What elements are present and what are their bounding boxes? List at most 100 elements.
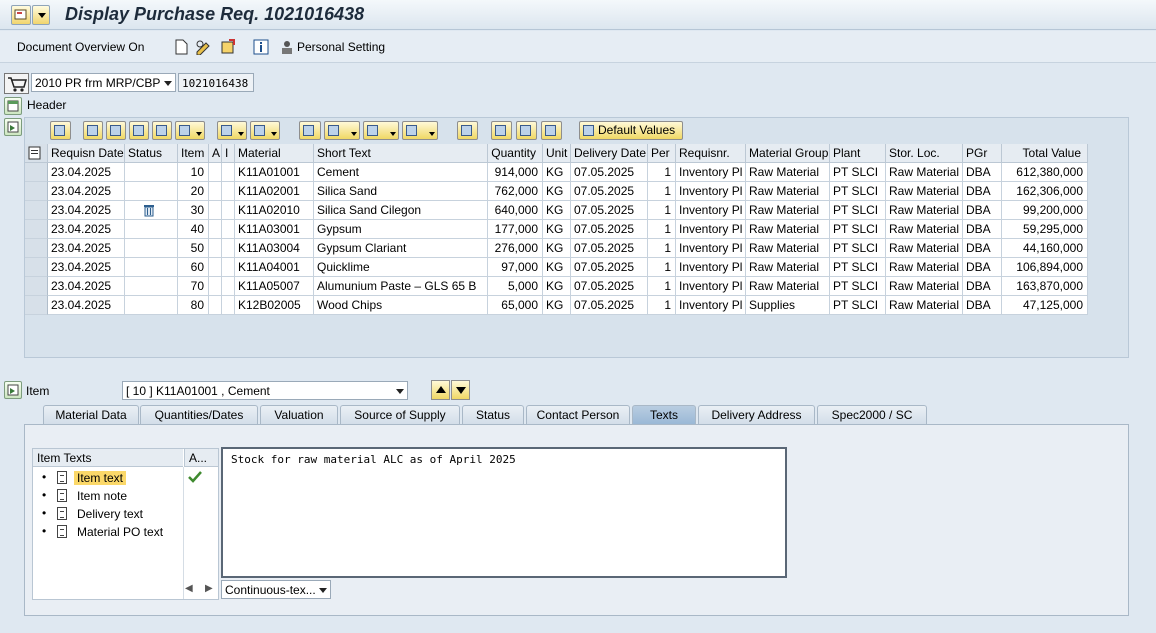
item-cell[interactable]: 40: [178, 220, 209, 239]
print-icon[interactable]: [299, 121, 321, 140]
stor-loc-cell[interactable]: Raw Material: [886, 201, 963, 220]
col-i-cell[interactable]: [222, 220, 235, 239]
column-header-per[interactable]: Per: [648, 144, 676, 163]
item-text-editor[interactable]: Stock for raw material ALC as of April 2…: [221, 447, 787, 578]
total-value-cell[interactable]: 163,870,000: [1002, 277, 1088, 296]
status-cell[interactable]: [125, 182, 178, 201]
stor-loc-cell[interactable]: Raw Material: [886, 163, 963, 182]
pgr-cell[interactable]: DBA: [963, 163, 1002, 182]
pgr-cell[interactable]: DBA: [963, 277, 1002, 296]
column-header-short-text[interactable]: Short Text: [314, 144, 488, 163]
col-a-cell[interactable]: [209, 296, 222, 315]
row-select-button[interactable]: [25, 258, 48, 277]
delivery-date-cell[interactable]: 07.05.2025: [571, 296, 648, 315]
item-cell[interactable]: 20: [178, 182, 209, 201]
material-cell[interactable]: K11A03004: [235, 239, 314, 258]
per-cell[interactable]: 1: [648, 182, 676, 201]
plant-cell[interactable]: PT SLCI: [830, 220, 886, 239]
status-cell[interactable]: [125, 201, 178, 220]
requisnr-cell[interactable]: Inventory Pl: [676, 163, 746, 182]
text-type-item[interactable]: • Delivery text: [33, 505, 183, 523]
text-format-select[interactable]: Continuous-tex...: [221, 580, 331, 599]
column-header-col-a[interactable]: A: [209, 144, 222, 163]
requisnr-cell[interactable]: Inventory Pl: [676, 296, 746, 315]
unit-cell[interactable]: KG: [543, 258, 571, 277]
material-group-cell[interactable]: Raw Material: [746, 201, 830, 220]
item-cell[interactable]: 30: [178, 201, 209, 220]
delivery-date-cell[interactable]: 07.05.2025: [571, 201, 648, 220]
col-i-cell[interactable]: [222, 277, 235, 296]
text-type-item[interactable]: • Item text: [33, 469, 183, 487]
column-header-col-i[interactable]: I: [222, 144, 235, 163]
row-select-button[interactable]: [25, 201, 48, 220]
column-header-delivery-date[interactable]: Delivery Date: [571, 144, 648, 163]
cart-icon[interactable]: [4, 73, 29, 94]
short-text-cell[interactable]: Alumunium Paste – GLS 65 B: [314, 277, 488, 296]
quantity-cell[interactable]: 5,000: [488, 277, 543, 296]
row-select-button[interactable]: [25, 220, 48, 239]
status-cell[interactable]: [125, 258, 178, 277]
stor-loc-cell[interactable]: Raw Material: [886, 258, 963, 277]
material-cell[interactable]: K11A01001: [235, 163, 314, 182]
scroll-right-icon[interactable]: ▶: [205, 583, 213, 594]
info-icon[interactable]: [253, 39, 269, 55]
item-cell[interactable]: 50: [178, 239, 209, 258]
delivery-date-cell[interactable]: 07.05.2025: [571, 258, 648, 277]
total-value-cell[interactable]: 47,125,000: [1002, 296, 1088, 315]
requisn-date-cell[interactable]: 23.04.2025: [48, 296, 125, 315]
short-text-cell[interactable]: Wood Chips: [314, 296, 488, 315]
quantity-cell[interactable]: 762,000: [488, 182, 543, 201]
material-cell[interactable]: K11A04001: [235, 258, 314, 277]
personal-setting-button[interactable]: Personal Setting: [297, 40, 385, 54]
plant-cell[interactable]: PT SLCI: [830, 239, 886, 258]
subtotal-icon[interactable]: [250, 121, 280, 140]
status-cell[interactable]: [125, 277, 178, 296]
material-cell[interactable]: K11A03001: [235, 220, 314, 239]
find-icon[interactable]: [129, 121, 149, 140]
sort-descending-icon[interactable]: [106, 121, 126, 140]
col-a-cell[interactable]: [209, 220, 222, 239]
tab-delivery-address[interactable]: Delivery Address: [698, 405, 815, 424]
text-type-item[interactable]: • Material PO text: [33, 523, 183, 541]
status-cell[interactable]: [125, 239, 178, 258]
menu-icon[interactable]: [11, 5, 31, 25]
col-a-cell[interactable]: [209, 163, 222, 182]
row-select-button[interactable]: [25, 296, 48, 315]
unit-cell[interactable]: KG: [543, 182, 571, 201]
short-text-cell[interactable]: Gypsum: [314, 220, 488, 239]
export-icon[interactable]: [363, 121, 399, 140]
delivery-date-cell[interactable]: 07.05.2025: [571, 220, 648, 239]
material-group-cell[interactable]: Raw Material: [746, 258, 830, 277]
details-icon[interactable]: [50, 121, 71, 140]
tab-status[interactable]: Status: [462, 405, 524, 424]
default-values-button[interactable]: Default Values: [579, 121, 683, 140]
per-cell[interactable]: 1: [648, 201, 676, 220]
quantity-cell[interactable]: 97,000: [488, 258, 543, 277]
col-a-cell[interactable]: [209, 277, 222, 296]
material-group-cell[interactable]: Raw Material: [746, 182, 830, 201]
requisnr-cell[interactable]: Inventory Pl: [676, 239, 746, 258]
col-i-cell[interactable]: [222, 163, 235, 182]
short-text-cell[interactable]: Silica Sand Cilegon: [314, 201, 488, 220]
status-cell[interactable]: [125, 220, 178, 239]
menu-dropdown-button[interactable]: [32, 5, 50, 25]
pgr-cell[interactable]: DBA: [963, 201, 1002, 220]
material-group-cell[interactable]: Raw Material: [746, 277, 830, 296]
document-type-select[interactable]: 2010 PR frm MRP/CBP: [31, 73, 176, 92]
layout-icon[interactable]: [402, 121, 438, 140]
per-cell[interactable]: 1: [648, 239, 676, 258]
collapse-items-icon[interactable]: [4, 118, 22, 136]
material-group-cell[interactable]: Raw Material: [746, 239, 830, 258]
requisn-date-cell[interactable]: 23.04.2025: [48, 201, 125, 220]
plant-cell[interactable]: PT SLCI: [830, 277, 886, 296]
other-document-icon[interactable]: [220, 39, 236, 55]
requisn-date-cell[interactable]: 23.04.2025: [48, 182, 125, 201]
tab-source-of-supply[interactable]: Source of Supply: [340, 405, 460, 424]
pgr-cell[interactable]: DBA: [963, 239, 1002, 258]
delivery-date-cell[interactable]: 07.05.2025: [571, 163, 648, 182]
per-cell[interactable]: 1: [648, 258, 676, 277]
unit-cell[interactable]: KG: [543, 220, 571, 239]
stor-loc-cell[interactable]: Raw Material: [886, 296, 963, 315]
plant-cell[interactable]: PT SLCI: [830, 296, 886, 315]
col-i-cell[interactable]: [222, 296, 235, 315]
